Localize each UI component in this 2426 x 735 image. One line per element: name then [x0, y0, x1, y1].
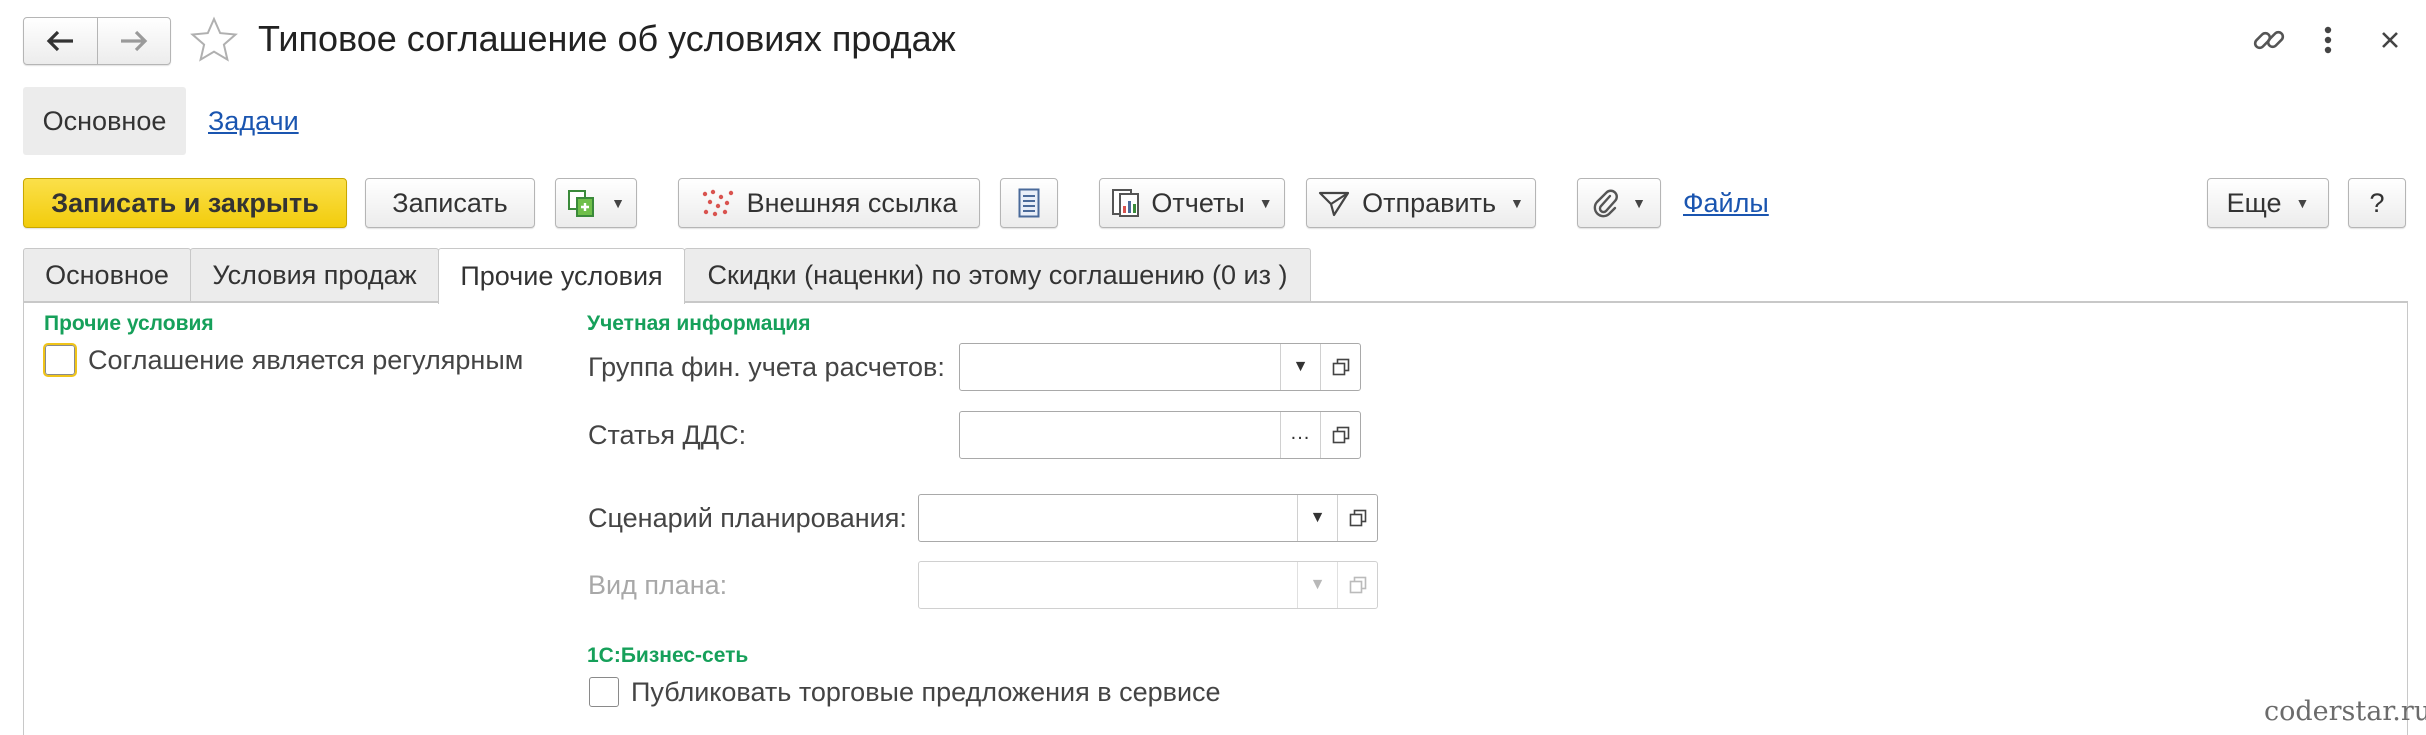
section-main[interactable]: Основное	[23, 87, 186, 155]
close-icon	[2382, 32, 2398, 48]
scenario-dropdown-button[interactable]: ▼	[1297, 495, 1337, 541]
dropdown-arrow-icon: ▼	[1632, 195, 1646, 211]
document-list-button[interactable]	[1000, 178, 1058, 228]
external-link-label: Внешняя ссылка	[746, 187, 958, 218]
back-button[interactable]	[24, 18, 97, 64]
business-network-group-title: 1С:Бизнес-сеть	[587, 644, 749, 667]
save-label: Записать	[392, 187, 508, 218]
attachments-button[interactable]: ▼	[1577, 178, 1661, 228]
ellipsis-icon: ...	[1290, 421, 1311, 444]
fin-group-label: Группа фин. учета расчетов:	[588, 352, 945, 382]
forward-arrow-icon	[120, 30, 148, 52]
document-list-icon	[1018, 188, 1040, 218]
dropdown-arrow-icon: ▼	[1292, 358, 1309, 375]
dds-open-button[interactable]	[1320, 412, 1360, 458]
dropdown-arrow-icon: ▼	[2295, 195, 2310, 211]
publish-offers-label[interactable]: Публиковать торговые предложения в серви…	[631, 677, 1221, 708]
open-icon	[1349, 509, 1366, 527]
reports-label: Отчеты	[1151, 187, 1245, 218]
paperclip-icon	[1593, 189, 1618, 218]
plan-type-label: Вид плана:	[588, 570, 728, 600]
tab-discounts-label: Скидки (наценки) по этому соглашению (0 …	[707, 260, 1288, 290]
forward-button[interactable]	[96, 18, 171, 64]
star-icon	[190, 16, 238, 62]
save-and-close-button[interactable]: Записать и закрыть	[23, 178, 347, 228]
open-icon	[1332, 358, 1349, 376]
dds-input[interactable]	[960, 412, 1280, 458]
dropdown-arrow-icon: ▼	[1309, 576, 1326, 593]
dropdown-arrow-icon: ▼	[1510, 195, 1524, 211]
create-based-on-button[interactable]: ▼	[555, 178, 637, 228]
help-label: ?	[2369, 187, 2385, 218]
dds-label: Статья ДДС:	[588, 420, 747, 450]
fin-group-input[interactable]	[960, 344, 1280, 390]
tab-main-label: Основное	[45, 260, 169, 290]
external-link-button[interactable]: Внешняя ссылка	[678, 178, 980, 228]
open-icon	[1332, 426, 1349, 444]
tab-sales-conditions[interactable]: Условия продаж	[190, 248, 439, 302]
save-button[interactable]: Записать	[365, 178, 535, 228]
regular-agreement-checkbox[interactable]	[43, 343, 77, 377]
section-tasks-link[interactable]: Задачи	[208, 106, 299, 137]
fin-group-open-button[interactable]	[1320, 344, 1360, 390]
get-link-button[interactable]	[2251, 22, 2287, 58]
dropdown-arrow-icon: ▼	[1309, 509, 1326, 526]
tab-sales-conditions-label: Условия продаж	[212, 260, 417, 290]
send-icon	[1319, 191, 1350, 217]
fin-group-dropdown-button[interactable]: ▼	[1280, 344, 1320, 390]
plan-type-input	[919, 562, 1297, 608]
dds-select-button[interactable]: ...	[1280, 412, 1320, 458]
regular-agreement-label[interactable]: Соглашение является регулярным	[88, 345, 523, 376]
link-icon	[2253, 30, 2285, 50]
send-button[interactable]: Отправить ▼	[1306, 178, 1536, 228]
files-link[interactable]: Файлы	[1683, 188, 1769, 219]
plan-type-dropdown-button: ▼	[1297, 562, 1337, 608]
other-conditions-group-title: Прочие условия	[44, 312, 214, 335]
window-title: Типовое соглашение об условиях продаж	[258, 18, 956, 59]
scenario-open-button[interactable]	[1337, 495, 1377, 541]
create-based-on-icon	[568, 190, 595, 217]
favorite-star-button[interactable]	[190, 16, 238, 64]
scenario-label: Сценарий планирования:	[588, 503, 907, 533]
more-label: Еще	[2226, 187, 2282, 218]
watermark: coderstar.ru	[2264, 696, 2426, 727]
more-button[interactable]: Еще ▼	[2207, 178, 2329, 228]
send-label: Отправить	[1362, 187, 1497, 218]
accounting-group-title: Учетная информация	[587, 312, 811, 335]
dropdown-arrow-icon: ▼	[611, 195, 625, 211]
tab-other-conditions[interactable]: Прочие условия	[438, 248, 685, 304]
more-actions-button[interactable]	[2316, 22, 2340, 58]
dds-field[interactable]: ...	[959, 411, 1361, 459]
external-link-icon	[702, 189, 733, 217]
publish-offers-checkbox[interactable]	[589, 677, 619, 707]
save-and-close-label: Записать и закрыть	[51, 187, 319, 218]
plan-type-field: ▼	[918, 561, 1378, 609]
dropdown-arrow-icon: ▼	[1258, 195, 1273, 211]
fin-group-field[interactable]: ▼	[959, 343, 1361, 391]
reports-button[interactable]: Отчеты ▼	[1099, 178, 1285, 228]
tab-main[interactable]: Основное	[23, 248, 191, 302]
back-arrow-icon	[46, 30, 74, 52]
open-icon	[1349, 576, 1366, 594]
reports-icon	[1112, 189, 1140, 217]
scenario-input[interactable]	[919, 495, 1297, 541]
plan-type-open-button	[1337, 562, 1377, 608]
navigation-buttons	[23, 17, 171, 65]
close-button[interactable]	[2374, 24, 2406, 56]
kebab-menu-icon	[2324, 26, 2332, 54]
scenario-field[interactable]: ▼	[918, 494, 1378, 542]
help-button[interactable]: ?	[2348, 178, 2406, 228]
tab-discounts[interactable]: Скидки (наценки) по этому соглашению (0 …	[684, 248, 1311, 302]
tab-other-conditions-label: Прочие условия	[460, 261, 663, 291]
